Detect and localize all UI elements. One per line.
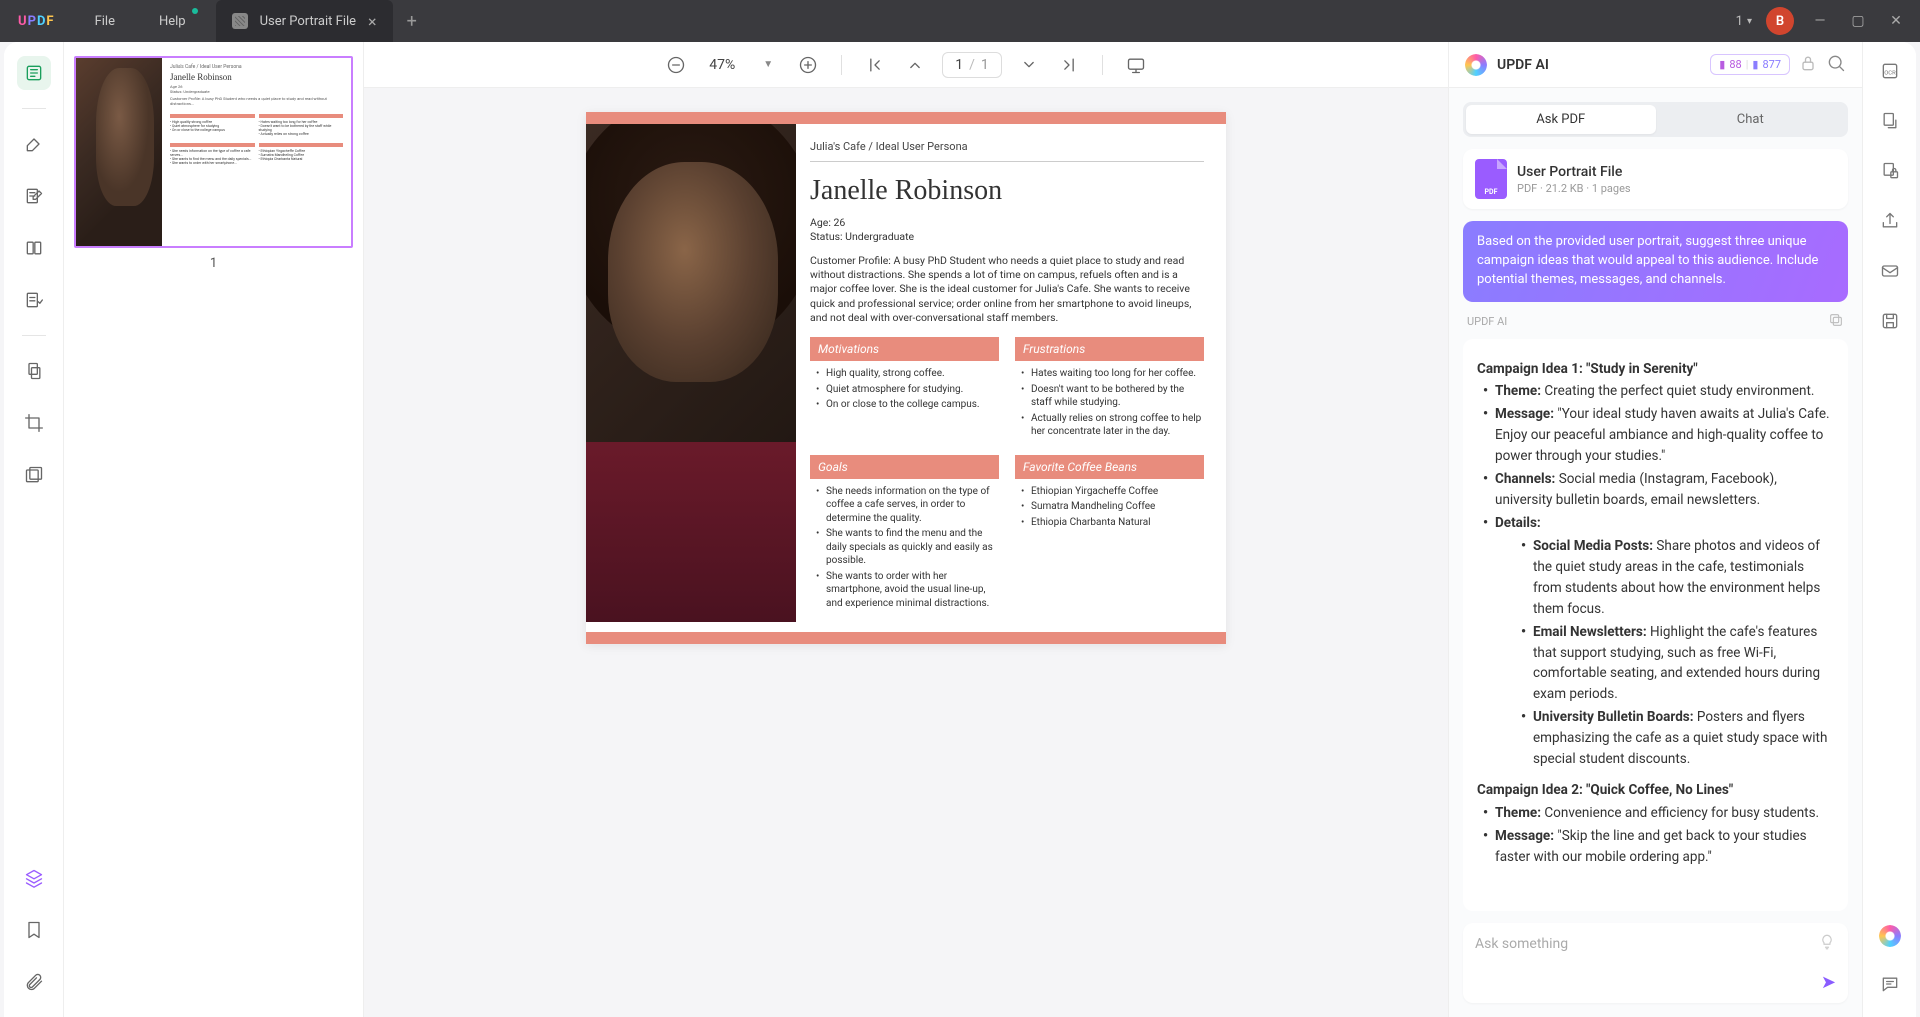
ai-panel: UPDF AI ▮88 | ▮877 Ask PDF Chat User Por… [1448, 42, 1862, 1017]
bookmarks-button[interactable] [17, 913, 51, 947]
pdf-file-icon [1475, 159, 1507, 199]
beans-list: Ethiopian Yirgacheffe Coffee Sumatra Man… [1015, 485, 1204, 530]
sidebar-sep [22, 335, 46, 336]
close-window-button[interactable]: ✕ [1884, 9, 1908, 33]
redact-tool-button[interactable] [17, 458, 51, 492]
zoom-value[interactable]: 47% [703, 57, 741, 73]
protect-button[interactable] [1875, 156, 1905, 186]
persona-eyebrow: Julia's Cafe / Ideal User Persona [810, 140, 1204, 155]
ai-panel-title: UPDF AI [1497, 57, 1549, 73]
thumbnails-panel: Julia's Cafe / Ideal User Persona Janell… [64, 42, 364, 1017]
crop-tool-button[interactable] [17, 406, 51, 440]
goals-list: She needs information on the type of cof… [810, 485, 999, 611]
document-canvas[interactable]: Julia's Cafe / Ideal User Persona Janell… [364, 88, 1448, 1017]
ai-toggle-button[interactable] [1875, 921, 1905, 951]
persona-profile: Customer Profile: A busy PhD Student who… [810, 254, 1204, 325]
menu-file[interactable]: File [73, 0, 137, 42]
pdf-page: Julia's Cafe / Ideal User Persona Janell… [586, 112, 1226, 644]
page-thumbnail[interactable]: Julia's Cafe / Ideal User Persona Janell… [74, 56, 353, 248]
app-logo: UPDF [0, 14, 73, 29]
motivations-heading: Motivations [810, 337, 999, 361]
extract-button[interactable] [1875, 106, 1905, 136]
tab-ask-pdf[interactable]: Ask PDF [1466, 105, 1656, 134]
menu-help[interactable]: Help [137, 0, 208, 42]
reader-mode-button[interactable] [17, 56, 51, 90]
close-tab-icon[interactable]: × [368, 12, 377, 31]
organize-pages-button[interactable] [17, 354, 51, 388]
form-tool-button[interactable] [17, 283, 51, 317]
ai-response: Campaign Idea 1: "Study in Serenity" The… [1463, 339, 1848, 911]
attachments-button[interactable] [17, 965, 51, 999]
layers-button[interactable] [17, 861, 51, 895]
tab-chat[interactable]: Chat [1656, 105, 1846, 134]
frustrations-list: Hates waiting too long for her coffee. D… [1015, 367, 1204, 439]
share-button[interactable] [1875, 206, 1905, 236]
left-sidebar [4, 42, 64, 1017]
persona-photo [586, 124, 796, 622]
document-tab[interactable]: User Portrait File × [216, 0, 393, 42]
add-tab-button[interactable]: + [393, 11, 431, 32]
goals-heading: Goals [810, 455, 999, 479]
ai-credits-pill[interactable]: ▮88 | ▮877 [1710, 54, 1790, 75]
user-avatar[interactable]: B [1766, 7, 1794, 35]
titlebar: UPDF File Help User Portrait File × + 1▾… [0, 0, 1920, 42]
update-dot-icon [192, 8, 198, 14]
right-sidebar: OCR [1862, 42, 1916, 1017]
zoom-out-button[interactable] [663, 52, 689, 78]
ai-input-box[interactable]: ➤ [1463, 923, 1848, 1003]
save-button[interactable] [1875, 306, 1905, 336]
svg-text:OCR: OCR [1884, 70, 1896, 76]
copy-response-button[interactable] [1828, 312, 1844, 331]
send-button[interactable]: ➤ [1821, 972, 1836, 993]
edit-pdf-button[interactable] [17, 179, 51, 213]
zoom-in-button[interactable] [795, 52, 821, 78]
first-page-button[interactable] [862, 52, 888, 78]
search-icon[interactable] [1826, 53, 1846, 77]
lock-icon[interactable] [1798, 53, 1818, 77]
persona-meta: Age: 26Status: Undergraduate [810, 216, 1204, 244]
ai-source-label: UPDF AI [1467, 315, 1507, 328]
frustrations-heading: Frustrations [1015, 337, 1204, 361]
tab-title: User Portrait File [260, 14, 356, 29]
eraser-icon [232, 13, 248, 29]
ai-input-field[interactable] [1475, 936, 1806, 952]
highlight-tool-button[interactable] [17, 127, 51, 161]
ocr-button[interactable]: OCR [1875, 56, 1905, 86]
page-layout-button[interactable] [17, 231, 51, 265]
presentation-button[interactable] [1123, 52, 1149, 78]
thumbnail-page-number: 1 [74, 256, 353, 271]
sidebar-sep [22, 108, 46, 109]
zoom-dropdown-icon[interactable]: ▼ [755, 59, 781, 70]
email-button[interactable] [1875, 256, 1905, 286]
motivations-list: High quality, strong coffee. Quiet atmos… [810, 367, 999, 412]
page-number-field[interactable]: 1 / 1 [942, 52, 1002, 78]
ai-file-name: User Portrait File [1517, 164, 1631, 180]
prev-page-button[interactable] [902, 52, 928, 78]
next-page-button[interactable] [1016, 52, 1042, 78]
persona-name: Janelle Robinson [810, 172, 1204, 210]
updf-ai-logo-icon [1465, 54, 1487, 76]
last-page-button[interactable] [1056, 52, 1082, 78]
comments-button[interactable] [1875, 969, 1905, 999]
document-toolbar: 47% ▼ 1 / 1 [364, 42, 1448, 88]
user-prompt-bubble: Based on the provided user portrait, sug… [1463, 221, 1848, 302]
ai-tabs: Ask PDF Chat [1463, 102, 1848, 137]
ai-file-card[interactable]: User Portrait File PDF · 21.2 KB · 1 pag… [1463, 149, 1848, 209]
window-count[interactable]: 1▾ [1736, 14, 1752, 29]
maximize-button[interactable]: ▢ [1846, 9, 1870, 33]
beans-heading: Favorite Coffee Beans [1015, 455, 1204, 479]
minimize-button[interactable]: — [1808, 9, 1832, 33]
suggestions-icon[interactable] [1818, 933, 1836, 955]
ai-file-meta: PDF · 21.2 KB · 1 pages [1517, 182, 1631, 195]
